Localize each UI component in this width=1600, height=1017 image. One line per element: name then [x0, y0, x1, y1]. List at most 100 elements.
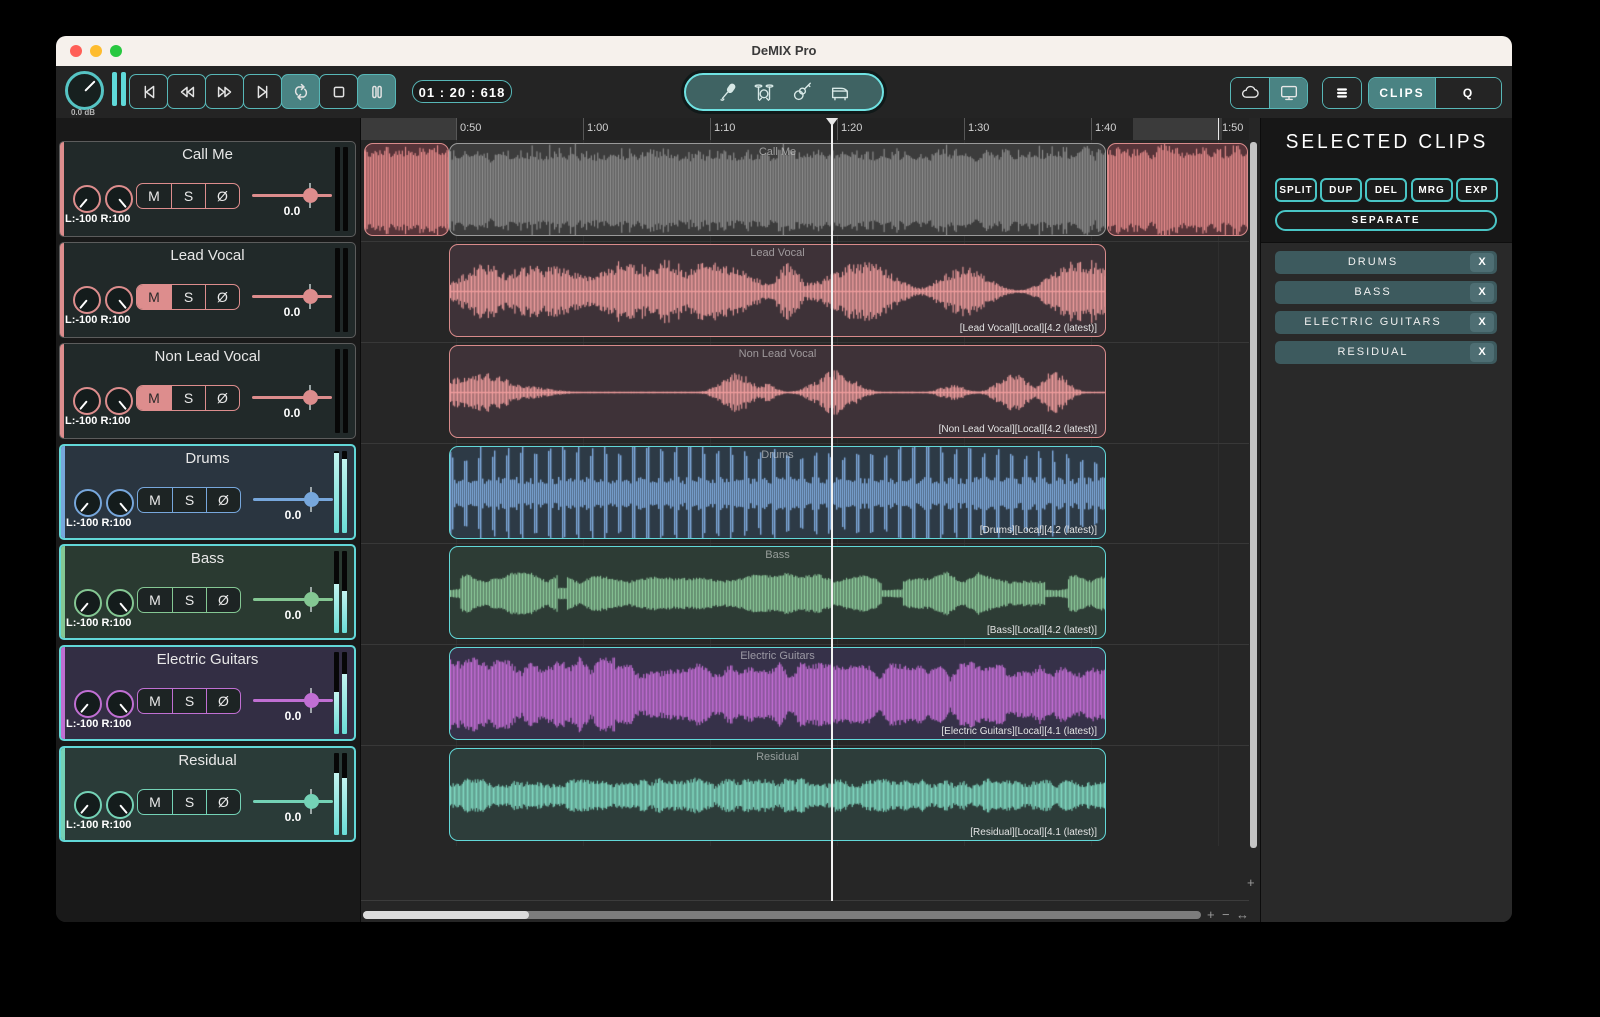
horizontal-scrollbar-thumb[interactable] — [363, 911, 529, 919]
gain-slider-thumb[interactable] — [304, 693, 319, 708]
pan-right-knob[interactable] — [105, 387, 133, 415]
gain-slider[interactable] — [252, 295, 332, 298]
gain-slider-thumb[interactable] — [303, 390, 318, 405]
pan-left-knob[interactable] — [73, 185, 101, 213]
selected-clip-item-residual[interactable]: RESIDUALX — [1275, 341, 1497, 364]
skip-to-start-button[interactable] — [129, 74, 168, 109]
del-button[interactable]: DEL — [1365, 178, 1407, 202]
mute-button[interactable]: M — [138, 588, 172, 612]
local-monitor-button[interactable] — [1269, 78, 1307, 108]
track-header-drums[interactable]: DrumsL:-100 R:100MSØ0.0 — [59, 444, 356, 540]
timeline-zoom-fit-button[interactable]: ↔ — [1236, 908, 1249, 922]
time-display[interactable]: 01 : 20 : 618 — [412, 80, 512, 103]
gain-slider-thumb[interactable] — [304, 794, 319, 809]
remove-clip-button[interactable]: X — [1470, 313, 1494, 332]
clip-electric-guitars[interactable]: Electric Guitars[Electric Guitars][Local… — [449, 647, 1106, 740]
mute-button[interactable]: M — [138, 790, 172, 814]
timeline-ruler[interactable]: 0:501:001:101:201:301:401:50 — [361, 118, 1249, 140]
master-volume-knob[interactable] — [65, 71, 104, 110]
clip-lead-vocal[interactable]: Lead Vocal[Lead Vocal][Local][4.2 (lates… — [449, 244, 1106, 337]
fast-forward-button[interactable] — [205, 74, 244, 109]
clip-call-me[interactable] — [1107, 143, 1248, 236]
pan-right-knob[interactable] — [106, 791, 134, 819]
pause-button[interactable] — [357, 74, 396, 109]
gain-slider[interactable] — [253, 800, 333, 803]
gain-slider-thumb[interactable] — [304, 492, 319, 507]
solo-button[interactable]: S — [172, 488, 206, 512]
gain-slider[interactable] — [253, 598, 333, 601]
horizontal-scrollbar[interactable] — [363, 911, 1201, 919]
mute-button[interactable]: M — [138, 689, 172, 713]
drum-kit-icon[interactable] — [752, 81, 776, 103]
hamburger-menu-button[interactable] — [1323, 78, 1361, 108]
gain-slider[interactable] — [252, 194, 332, 197]
pan-left-knob[interactable] — [74, 690, 102, 718]
selected-clip-item-drums[interactable]: DRUMSX — [1275, 251, 1497, 274]
timeline-zoom-in-button[interactable]: + — [1207, 908, 1215, 922]
gain-slider[interactable] — [252, 396, 332, 399]
clip-residual[interactable]: Residual[Residual][Local][4.1 (latest)] — [449, 748, 1106, 841]
phase-button[interactable]: Ø — [206, 488, 240, 512]
pan-left-knob[interactable] — [74, 791, 102, 819]
clip-call-me[interactable] — [364, 143, 449, 236]
selected-clip-item-bass[interactable]: BASSX — [1275, 281, 1497, 304]
mute-button[interactable]: M — [138, 488, 172, 512]
rewind-button[interactable] — [167, 74, 206, 109]
mute-button[interactable]: M — [137, 386, 171, 410]
cloud-button[interactable] — [1231, 78, 1269, 108]
phase-button[interactable]: Ø — [206, 689, 240, 713]
guitar-icon[interactable] — [790, 81, 814, 103]
solo-button[interactable]: S — [172, 689, 206, 713]
pan-right-knob[interactable] — [105, 286, 133, 314]
loop-button[interactable] — [281, 74, 320, 109]
mute-button[interactable]: M — [137, 285, 171, 309]
vertical-scrollbar-thumb[interactable] — [1250, 142, 1257, 848]
phase-button[interactable]: Ø — [206, 790, 240, 814]
pan-right-knob[interactable] — [106, 690, 134, 718]
separate-button[interactable]: SEPARATE — [1275, 210, 1497, 231]
phase-button[interactable]: Ø — [205, 285, 239, 309]
remove-clip-button[interactable]: X — [1470, 283, 1494, 302]
remove-clip-button[interactable]: X — [1470, 253, 1494, 272]
clips-tab-button[interactable]: CLIPS — [1369, 78, 1435, 108]
split-button[interactable]: SPLIT — [1275, 178, 1317, 202]
skip-to-end-button[interactable] — [243, 74, 282, 109]
track-header-non-lead-vocal[interactable]: Non Lead VocalL:-100 R:100MSØ0.0 — [59, 343, 356, 439]
exp-button[interactable]: EXP — [1456, 178, 1498, 202]
phase-button[interactable]: Ø — [205, 386, 239, 410]
phase-button[interactable]: Ø — [205, 184, 239, 208]
gain-slider-thumb[interactable] — [303, 188, 318, 203]
playhead-marker[interactable] — [826, 118, 838, 126]
gain-slider-thumb[interactable] — [303, 289, 318, 304]
clip-call-me[interactable]: Call Me — [449, 143, 1106, 236]
selected-clip-item-electric-guitars[interactable]: ELECTRIC GUITARSX — [1275, 311, 1497, 334]
track-header-lead-vocal[interactable]: Lead VocalL:-100 R:100MSØ0.0 — [59, 242, 356, 338]
gain-slider-thumb[interactable] — [304, 592, 319, 607]
pan-left-knob[interactable] — [73, 286, 101, 314]
timeline-zoom-out-button[interactable]: − — [1222, 908, 1230, 922]
piano-icon[interactable] — [828, 81, 852, 103]
pan-right-knob[interactable] — [105, 185, 133, 213]
solo-button[interactable]: S — [171, 184, 205, 208]
pan-left-knob[interactable] — [73, 387, 101, 415]
dup-button[interactable]: DUP — [1320, 178, 1362, 202]
stop-button[interactable] — [319, 74, 358, 109]
phase-button[interactable]: Ø — [206, 588, 240, 612]
mrg-button[interactable]: MRG — [1411, 178, 1453, 202]
playhead[interactable] — [831, 118, 833, 901]
vertical-zoom-in-button[interactable]: + — [1247, 876, 1255, 890]
track-header-residual[interactable]: ResidualL:-100 R:100MSØ0.0 — [59, 746, 356, 842]
gain-slider[interactable] — [253, 699, 333, 702]
track-header-electric-guitars[interactable]: Electric GuitarsL:-100 R:100MSØ0.0 — [59, 645, 356, 741]
solo-button[interactable]: S — [172, 588, 206, 612]
solo-button[interactable]: S — [171, 386, 205, 410]
pan-left-knob[interactable] — [74, 589, 102, 617]
search-button[interactable]: Q — [1435, 78, 1501, 108]
pan-right-knob[interactable] — [106, 489, 134, 517]
gain-slider[interactable] — [253, 498, 333, 501]
solo-button[interactable]: S — [171, 285, 205, 309]
pan-right-knob[interactable] — [106, 589, 134, 617]
track-header-call-me[interactable]: Call MeL:-100 R:100MSØ0.0 — [59, 141, 356, 237]
track-header-bass[interactable]: BassL:-100 R:100MSØ0.0 — [59, 544, 356, 640]
clip-drums[interactable]: Drums[Drums][Local][4.2 (latest)] — [449, 446, 1106, 539]
